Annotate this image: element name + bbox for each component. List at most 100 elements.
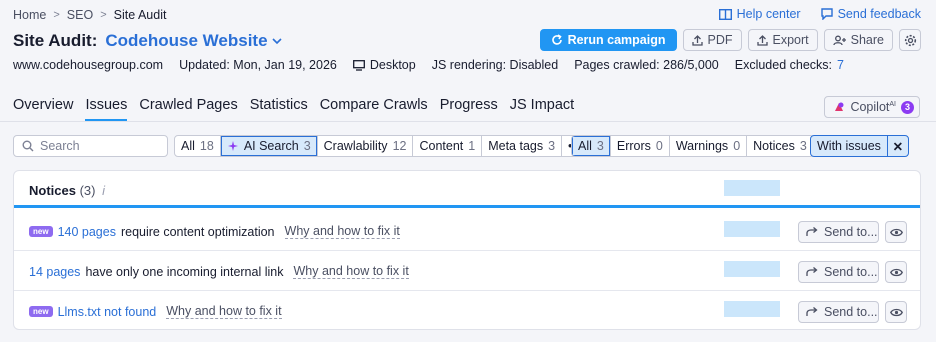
issue-text: have only one incoming internal link: [85, 264, 284, 279]
tab-statistics[interactable]: Statistics: [250, 97, 308, 121]
type-warnings[interactable]: Warnings 0: [670, 136, 748, 156]
copilot-label: CopilotAI: [850, 100, 896, 114]
sparkle-icon: [227, 141, 238, 151]
trend-sparkline: [724, 301, 780, 317]
project-selector[interactable]: Codehouse Website: [105, 31, 282, 51]
new-badge: new: [29, 306, 53, 317]
eye-icon: [889, 228, 903, 236]
notices-card: Notices (3) i new 140 pages require cont…: [13, 170, 921, 330]
meta-domain: www.codehousegroup.com: [13, 58, 164, 72]
pdf-button[interactable]: PDF: [682, 29, 742, 51]
tab-progress[interactable]: Progress: [440, 97, 498, 121]
audit-meta: www.codehousegroup.com Updated: Mon, Jan…: [13, 58, 860, 72]
settings-button[interactable]: [899, 29, 921, 51]
help-center-link[interactable]: Help center: [718, 7, 801, 21]
export-button[interactable]: Export: [747, 29, 818, 51]
eye-icon: [889, 308, 903, 316]
issue-text: require content optimization: [120, 224, 275, 239]
meta-excluded: Excluded checks: 7: [735, 58, 844, 72]
rerun-label: Rerun campaign: [567, 33, 666, 47]
help-links: Help center Send feedback: [718, 7, 921, 21]
tab-compare-crawls[interactable]: Compare Crawls: [320, 97, 428, 121]
with-issues-filter: With issues ✕: [810, 135, 909, 157]
search-icon: [22, 140, 34, 152]
breadcrumb: Home > SEO > Site Audit: [13, 7, 166, 23]
send-to-button[interactable]: Send to...: [798, 261, 879, 283]
send-feedback-link[interactable]: Send feedback: [820, 7, 921, 21]
category-filter: All 18 AI Search 3 Crawlability 12 Content 1…: [174, 135, 589, 157]
add-user-icon: [832, 35, 846, 45]
help-center-label: Help center: [736, 7, 801, 21]
issue-type-filter: All 3 Errors 0 Warnings 0 Notices 3: [571, 135, 814, 157]
hide-issue-button[interactable]: [885, 261, 907, 283]
trend-sparkline: [724, 180, 780, 196]
rerun-campaign-button[interactable]: Rerun campaign: [539, 29, 677, 51]
why-fix-link[interactable]: Why and how to fix it: [166, 304, 282, 319]
type-errors[interactable]: Errors 0: [611, 136, 670, 156]
send-feedback-label: Send feedback: [837, 7, 921, 21]
close-icon[interactable]: ✕: [888, 136, 908, 156]
category-crawlability[interactable]: Crawlability 12: [318, 136, 414, 156]
notices-header: Notices (3) i: [14, 171, 920, 208]
eye-icon: [889, 268, 903, 276]
gear-icon: [904, 34, 916, 46]
copilot-icon: [835, 102, 844, 111]
new-badge: new: [29, 226, 53, 237]
meta-device-label: Desktop: [369, 58, 416, 72]
search-input[interactable]: Search: [13, 135, 168, 157]
upload-icon: [691, 34, 703, 46]
copilot-button[interactable]: CopilotAI 3: [824, 96, 920, 118]
share-button[interactable]: Share: [823, 29, 893, 51]
chevron-down-icon: [271, 37, 282, 44]
category-ai-search[interactable]: AI Search 3: [220, 136, 318, 156]
share-label: Share: [850, 33, 884, 47]
info-icon[interactable]: i: [102, 183, 105, 198]
tab-issues[interactable]: Issues: [85, 97, 127, 121]
hide-issue-button[interactable]: [885, 301, 907, 323]
tab-js-impact[interactable]: JS Impact: [510, 97, 574, 121]
category-meta-tags[interactable]: Meta tags 3: [482, 136, 563, 156]
title-prefix: Site Audit:: [13, 31, 98, 50]
chat-icon: [820, 8, 833, 20]
trend-sparkline: [724, 221, 780, 237]
meta-pages-crawled: Pages crawled: 286/5,000: [574, 58, 719, 72]
category-content[interactable]: Content 1: [413, 136, 483, 156]
issue-row: new Llms.txt not found Why and how to fi…: [14, 291, 920, 331]
breadcrumb-seo[interactable]: SEO: [67, 8, 93, 22]
project-name: Codehouse Website: [105, 31, 268, 50]
meta-js-rendering: JS rendering: Disabled: [431, 58, 559, 72]
why-fix-link[interactable]: Why and how to fix it: [293, 264, 409, 279]
header-actions: Rerun campaign PDF Export Share: [539, 29, 921, 51]
issue-link[interactable]: 14 pages: [29, 265, 80, 279]
tab-bar: Overview Issues Crawled Pages Statistics…: [13, 97, 586, 121]
hide-issue-button[interactable]: [885, 221, 907, 243]
issue-row: 14 pages have only one incoming internal…: [14, 251, 920, 291]
meta-updated: Updated: Mon, Jan 19, 2026: [179, 58, 337, 72]
type-notices[interactable]: Notices 3: [747, 136, 813, 156]
desktop-icon: [352, 59, 365, 71]
pdf-label: PDF: [707, 33, 733, 47]
issue-link[interactable]: Llms.txt not found: [58, 305, 157, 319]
search-placeholder: Search: [40, 139, 80, 153]
type-all[interactable]: All 3: [572, 136, 611, 156]
tab-overview[interactable]: Overview: [13, 97, 73, 121]
with-issues-toggle[interactable]: With issues: [811, 136, 888, 156]
meta-device: Desktop: [352, 58, 416, 72]
forward-icon: [806, 307, 818, 316]
category-all[interactable]: All 18: [175, 136, 221, 156]
upload-icon: [756, 34, 768, 46]
send-to-button[interactable]: Send to...: [798, 221, 879, 243]
tab-crawled-pages[interactable]: Crawled Pages: [139, 97, 237, 121]
send-to-button[interactable]: Send to...: [798, 301, 879, 323]
forward-icon: [806, 267, 818, 276]
chevron-right-icon: >: [100, 9, 107, 21]
chevron-right-icon: >: [53, 9, 60, 21]
refresh-icon: [551, 34, 562, 45]
export-label: Export: [772, 33, 809, 47]
issue-row: new 140 pages require content optimizati…: [14, 211, 920, 251]
issue-link[interactable]: 140 pages: [58, 225, 116, 239]
book-icon: [718, 8, 732, 20]
breadcrumb-home[interactable]: Home: [13, 8, 46, 22]
excluded-checks-link[interactable]: 7: [837, 58, 844, 72]
why-fix-link[interactable]: Why and how to fix it: [284, 224, 400, 239]
